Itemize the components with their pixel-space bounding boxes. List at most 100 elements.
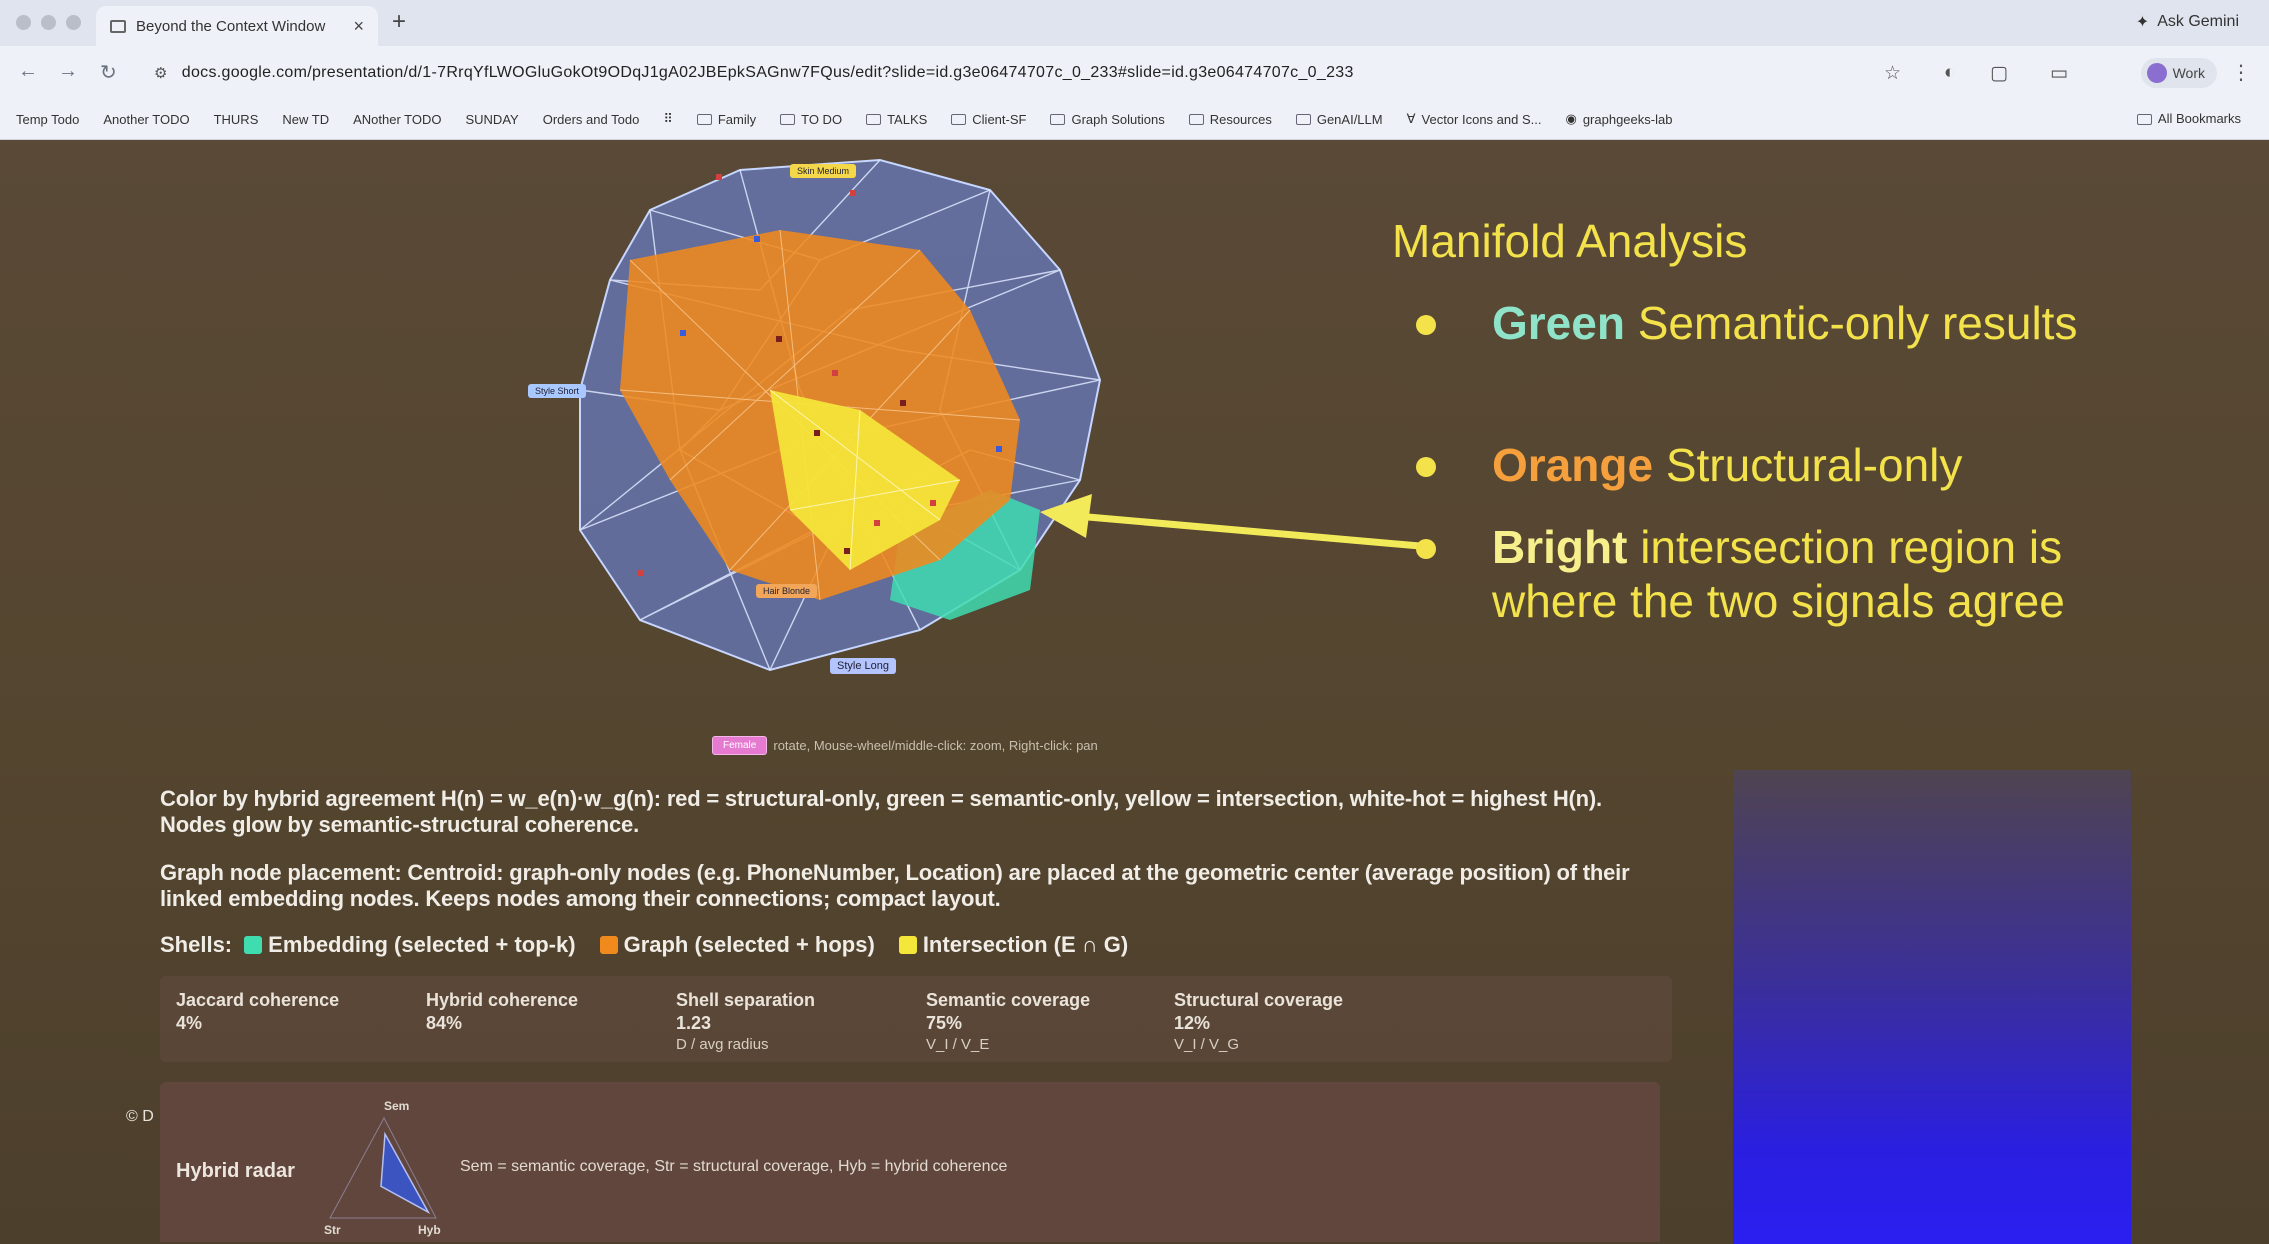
bookmark-item[interactable]: New TD — [282, 112, 329, 127]
shell-intersection-label: Intersection (E ∩ G) — [922, 932, 1129, 957]
graph-node[interactable] — [996, 446, 1002, 452]
shell-graph[interactable]: Graph (selected + hops) — [599, 932, 875, 958]
bookmark-folder[interactable]: TO DO — [780, 112, 842, 127]
graph-node[interactable] — [754, 236, 760, 242]
tab-active[interactable]: Beyond the Context Window × — [96, 6, 378, 46]
graph-node[interactable] — [680, 330, 686, 336]
graph-node[interactable] — [844, 548, 850, 554]
metric-label: Jaccard coherence — [176, 990, 340, 1010]
gradient-panel — [1733, 770, 2131, 1244]
bookmark-item[interactable]: Orders and Todo — [543, 112, 640, 127]
controls-hint-text: rotate, Mouse-wheel/middle-click: zoom, … — [773, 738, 1098, 753]
close-window-button[interactable] — [16, 15, 31, 30]
tab-title: Beyond the Context Window — [136, 17, 326, 35]
minimize-window-button[interactable] — [41, 15, 56, 30]
node-label-female[interactable]: Female — [712, 736, 768, 755]
bookmark-folder[interactable]: Client-SF — [951, 112, 1026, 127]
node-label-style-short[interactable]: Style Short — [528, 384, 587, 398]
graph-node[interactable] — [776, 336, 782, 342]
metric-sub: V_I / V_E — [926, 1036, 990, 1053]
graph-node[interactable] — [832, 370, 838, 376]
bookmark-item[interactable]: ◉ graphgeeks-lab — [1565, 111, 1672, 127]
bookmark-item[interactable]: Another TODO — [103, 112, 189, 127]
shell-embedding[interactable]: Embedding (selected + top-k) — [244, 932, 576, 958]
bookmark-star-icon[interactable]: ☆ — [1884, 62, 1901, 85]
bookmark-item[interactable]: ANother TODO — [353, 112, 441, 127]
bookmark-item[interactable]: THURS — [214, 112, 259, 127]
swatch-graph — [599, 936, 618, 954]
graph-controls-hint: Female rotate, Mouse-wheel/middle-click:… — [712, 736, 1098, 755]
puzzle-icon[interactable]: ▢ — [1990, 62, 2008, 85]
bookmark-item[interactable]: SUNDAY — [465, 112, 518, 127]
node-label-skin-medium[interactable]: Skin Medium — [790, 164, 857, 178]
metric-value: 75% — [926, 1013, 963, 1033]
radar-axis-sem: Sem — [384, 1099, 409, 1113]
bookmark-folder[interactable]: TALKS — [866, 112, 927, 127]
screenshot-root: Beyond the Context Window × + ✦ Ask Gemi… — [0, 0, 2269, 1244]
node-label-style-long[interactable]: Style Long — [830, 658, 896, 674]
graph-node[interactable] — [814, 430, 820, 436]
bookmark-label: graphgeeks-lab — [1582, 111, 1673, 127]
window-controls — [16, 15, 81, 30]
menu-kebab-icon[interactable]: ⋮ — [2231, 60, 2251, 85]
metric-label: Semantic coverage — [926, 990, 1091, 1010]
metric-semantic-coverage: Semantic coverage 75% V_I / V_E — [926, 990, 1090, 1053]
browser-chrome: Beyond the Context Window × + ✦ Ask Gemi… — [0, 0, 2269, 140]
bookmark-folder-label: Graph Solutions — [1071, 111, 1165, 127]
metric-label: Shell separation — [676, 990, 816, 1010]
shell-embedding-label: Embedding (selected + top-k) — [268, 932, 576, 957]
keyword-orange: Orange — [1492, 439, 1654, 491]
new-tab-button[interactable]: + — [392, 8, 406, 36]
bookmark-folder[interactable]: Resources — [1188, 112, 1272, 127]
folder-icon — [1050, 113, 1066, 125]
bookmark-item[interactable]: ∀ Vector Icons and S... — [1407, 111, 1542, 127]
all-bookmarks-label: All Bookmarks — [2157, 111, 2241, 126]
side-panel-icon[interactable]: ▭ — [2050, 62, 2068, 85]
radar-axis-str: Str — [324, 1223, 341, 1237]
bullet-bright: Bright intersection region is where the … — [1410, 520, 2130, 628]
graph-node[interactable] — [850, 190, 856, 196]
metric-value: 12% — [1174, 1013, 1211, 1033]
folder-icon — [780, 113, 796, 125]
graph-node[interactable] — [930, 500, 936, 506]
graph-node[interactable] — [874, 520, 880, 526]
forward-arrow-icon[interactable]: → — [58, 60, 78, 83]
graph-svg[interactable] — [520, 150, 1280, 740]
bullet-body: Semantic-only results — [1624, 297, 2078, 349]
maximize-window-button[interactable] — [66, 15, 81, 30]
graph-node[interactable] — [900, 400, 906, 406]
reload-icon[interactable]: ↻ — [100, 60, 117, 85]
bookmark-folder[interactable]: Family — [696, 112, 756, 127]
tab-close-icon[interactable]: × — [353, 16, 364, 37]
back-arrow-icon[interactable]: ← — [18, 60, 38, 83]
all-bookmarks[interactable]: All Bookmarks — [2136, 104, 2241, 134]
sparkle-icon: ✦ — [2135, 14, 2150, 31]
bookmark-item[interactable]: Temp Todo — [16, 112, 79, 127]
address-bar[interactable]: ⚙ docs.google.com/presentation/d/1-7RrqY… — [140, 54, 1860, 92]
extension-icon[interactable]: ◐ — [1944, 62, 1955, 84]
folder-icon — [696, 113, 712, 125]
ask-gemini-button[interactable]: ✦ Ask Gemini — [2136, 12, 2239, 32]
folder-icon — [866, 113, 882, 125]
shell-graph-label: Graph (selected + hops) — [623, 932, 875, 957]
shell-intersection[interactable]: Intersection (E ∩ G) — [898, 932, 1129, 958]
bookmark-folder[interactable]: GenAI/LLM — [1295, 112, 1383, 127]
hybrid-radar-panel: Hybrid radar Sem Str Hyb Sem = semantic … — [160, 1082, 1660, 1242]
manifold-graph-canvas[interactable]: Skin Medium Style Short Style Long Hair … — [520, 150, 1280, 740]
node-label-hair-blonde[interactable]: Hair Blonde — [756, 584, 818, 598]
folder-icon — [951, 113, 967, 125]
profile-button[interactable]: Work — [2140, 58, 2217, 88]
graph-node[interactable] — [638, 570, 644, 576]
cd-mark: © D — [126, 1108, 154, 1125]
apps-grid-icon[interactable]: ⠿ — [663, 111, 673, 127]
metrics-panel: Jaccard coherence 4% Hybrid coherence 84… — [160, 976, 1672, 1062]
profile-label: Work — [2172, 65, 2205, 81]
swatch-embedding — [244, 936, 263, 954]
github-icon: ◉ — [1565, 111, 1577, 126]
bullet-text: Orange Structural-only — [1492, 438, 2130, 492]
graph-node[interactable] — [716, 174, 722, 180]
bookmark-folder[interactable]: Graph Solutions — [1050, 111, 1165, 127]
bullet-dot — [1416, 539, 1436, 559]
metric-sub: V_I / V_G — [1174, 1036, 1240, 1053]
site-settings-icon[interactable]: ⚙ — [154, 64, 168, 82]
